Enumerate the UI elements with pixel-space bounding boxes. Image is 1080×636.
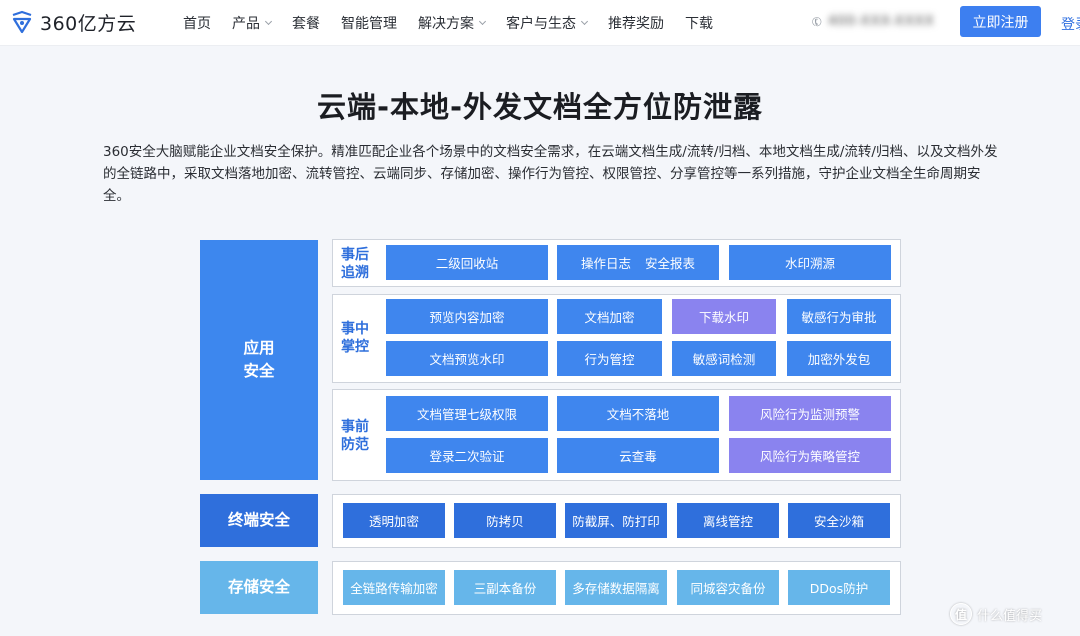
feature-box: 水印溯源	[729, 245, 891, 280]
feature-box: 多存储数据隔离	[565, 570, 667, 605]
category-label: 应用	[243, 339, 275, 357]
feature-box: 文档加密	[557, 299, 662, 334]
feature-box: 登录二次验证	[386, 438, 548, 473]
watermark-text: 什么值得买	[977, 608, 1043, 624]
feature-box: 离线管控	[677, 503, 779, 538]
feature-box: 二级回收站	[386, 245, 548, 280]
feature-box: 同城容灾备份	[677, 570, 779, 605]
feature-box: 三副本备份	[454, 570, 556, 605]
feature-box: 防截屏、防打印	[565, 503, 667, 538]
feature-box: 敏感行为审批	[787, 299, 891, 334]
panel-before-prevention: 事前 防范 文档管理七级权限 文档不落地 风险行为监测预警 登录二次验证 云查毒 …	[332, 389, 901, 481]
security-diagram: 应用 安全 终端安全 存储安全 事后 追溯 二级回收站 操作日志 安全报表 水印溯源 …	[0, 0, 1080, 636]
stage-label-during: 事中 掌控	[341, 321, 369, 355]
feature-box: 风险行为策略管控	[729, 438, 891, 473]
category-terminal-security: 终端安全	[200, 494, 318, 547]
feature-box: DDos防护	[788, 570, 890, 605]
feature-box: 风险行为监测预警	[729, 396, 891, 431]
feature-box: 防拷贝	[454, 503, 556, 538]
category-label: 安全	[243, 362, 275, 380]
feature-box: 透明加密	[343, 503, 445, 538]
feature-box: 敏感词检测	[672, 341, 776, 376]
stage-label-after: 事后 追溯	[341, 247, 369, 281]
category-storage-security: 存储安全	[200, 561, 318, 614]
panel-after-trace: 事后 追溯 二级回收站 操作日志 安全报表 水印溯源	[332, 239, 901, 287]
feature-box: 文档管理七级权限	[386, 396, 548, 431]
panel-storage: 全链路传输加密 三副本备份 多存储数据隔离 同城容灾备份 DDos防护	[332, 561, 901, 615]
feature-box: 安全沙箱	[788, 503, 890, 538]
feature-box: 云查毒	[557, 438, 719, 473]
panel-terminal: 透明加密 防拷贝 防截屏、防打印 离线管控 安全沙箱	[332, 494, 901, 548]
stage-label-before: 事前 防范	[341, 419, 369, 453]
feature-box: 文档预览水印	[386, 341, 548, 376]
feature-box: 加密外发包	[787, 341, 891, 376]
feature-box: 行为管控	[557, 341, 662, 376]
watermark-icon: 值	[950, 603, 972, 625]
category-app-security: 应用 安全	[200, 240, 318, 480]
feature-box: 文档不落地	[557, 396, 719, 431]
feature-box: 下载水印	[672, 299, 776, 334]
site-watermark: 值 什么值得买	[950, 603, 1042, 625]
feature-box: 全链路传输加密	[343, 570, 445, 605]
feature-box: 预览内容加密	[386, 299, 548, 334]
feature-box: 操作日志 安全报表	[557, 245, 719, 280]
panel-during-control: 事中 掌控 预览内容加密 文档加密 下载水印 敏感行为审批 文档预览水印 行为管控…	[332, 294, 901, 383]
